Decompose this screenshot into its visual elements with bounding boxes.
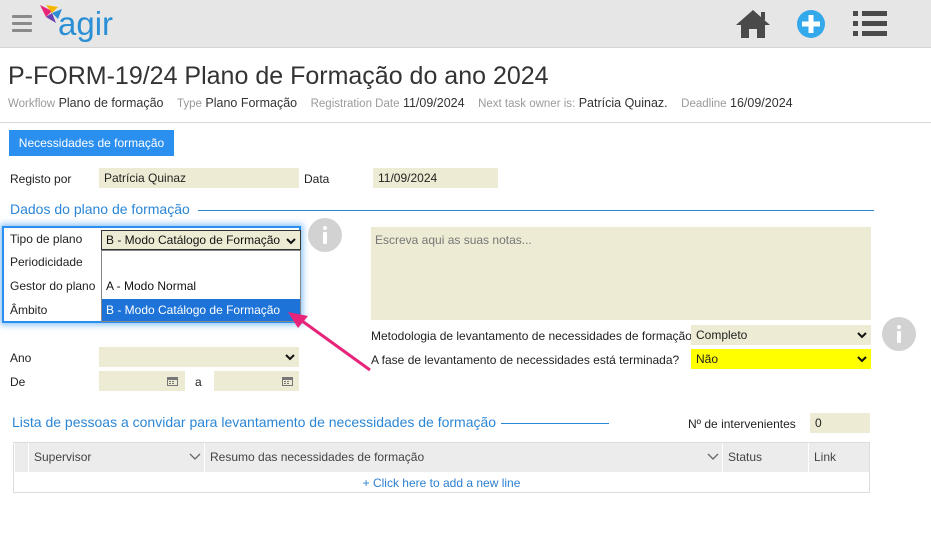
metodologia-value: Completo (696, 328, 748, 342)
meta-label-deadline: Deadline (681, 98, 727, 110)
data-field: 11/09/2024 (373, 168, 498, 188)
data-label: Data (304, 172, 330, 186)
metodologia-label: Metodologia de levantamento de necessida… (371, 329, 692, 343)
info-icon-notes[interactable] (882, 317, 916, 351)
periodicidade-label: Periodicidade (10, 255, 83, 269)
gestor-plano-label: Gestor do plano (10, 279, 96, 293)
meta-label-next-owner: Next task owner is: (478, 98, 576, 110)
fase-label: A fase de levantamento de necessidades e… (371, 353, 680, 367)
notes-textarea[interactable]: Escreva aqui as suas notas... (371, 227, 871, 320)
add-new-line-link[interactable]: + Click here to add a new line (14, 473, 869, 493)
top-bar: agir (0, 0, 931, 48)
section-divider (501, 423, 609, 424)
column-label: Supervisor (34, 450, 92, 464)
ano-label: Ano (10, 351, 32, 365)
option-empty[interactable] (102, 251, 300, 273)
info-icon[interactable] (308, 218, 342, 252)
pessoas-table: Supervisor Resumo das necessidades de fo… (13, 442, 870, 493)
meta-value-registration-date: 11/09/2024 (402, 96, 465, 110)
chevron-down-icon (857, 356, 867, 363)
a-label: a (195, 375, 202, 389)
meta-label-registration-date: Registration Date (310, 98, 400, 110)
meta-label-workflow: Workflow (8, 98, 56, 110)
header-divider (0, 122, 931, 123)
fase-value: Não (696, 352, 719, 366)
intervenientes-field: 0 (810, 413, 870, 433)
meta-value-type: Plano Formação (205, 96, 298, 110)
meta-value-next-owner: Patrícia Quinaz. (578, 96, 668, 110)
registo-por-label: Registo por (10, 172, 72, 186)
tipo-plano-dropdown-list: A - Modo Normal B - Modo Catálogo de For… (101, 250, 301, 322)
fase-select[interactable]: Não (691, 349, 871, 369)
column-header-link[interactable]: Link (808, 443, 869, 472)
meta-value-workflow: Plano de formação (58, 96, 164, 110)
de-label: De (10, 375, 26, 389)
meta-label-type: Type (176, 98, 202, 110)
list-icon[interactable] (853, 11, 887, 37)
registo-por-field: Patrícia Quinaz (99, 168, 299, 188)
chevron-down-icon (857, 332, 867, 339)
section-divider (198, 210, 874, 211)
table-header: Supervisor Resumo das necessidades de fo… (14, 443, 869, 472)
column-label: Resumo das necessidades de formação (210, 450, 425, 464)
section-dados-plano: Dados do plano de formação (10, 201, 190, 217)
calendar-icon[interactable] (282, 376, 293, 386)
a-date-input[interactable] (214, 371, 299, 391)
home-icon[interactable] (735, 9, 771, 39)
column-header-status[interactable]: Status (722, 443, 808, 472)
tab-necessidades-formacao[interactable]: Necessidades de formação (9, 130, 174, 156)
option-modo-catalogo[interactable]: B - Modo Catálogo de Formação (102, 299, 300, 321)
tipo-plano-selected-value: B - Modo Catálogo de Formação (106, 233, 281, 247)
plus-circle-icon[interactable] (796, 9, 826, 39)
page-title: P-FORM-19/24 Plano de Formação do ano 20… (8, 62, 549, 90)
chevron-down-icon (286, 238, 296, 245)
tipo-plano-highlight-box: Tipo de plano Periodicidade Gestor do pl… (2, 226, 301, 323)
ano-select[interactable] (99, 347, 299, 367)
column-header-supervisor[interactable]: Supervisor (28, 443, 204, 472)
agir-logo[interactable]: agir (38, 3, 128, 45)
ambito-label: Âmbito (10, 303, 48, 317)
chevron-down-icon (285, 354, 295, 361)
workflow-meta: Workflow Plano de formação Type Plano Fo… (8, 96, 803, 110)
calendar-icon[interactable] (167, 376, 178, 386)
option-modo-normal[interactable]: A - Modo Normal (102, 275, 300, 297)
table-header-spacer (14, 443, 28, 472)
tipo-plano-label: Tipo de plano (10, 232, 83, 246)
section-lista-pessoas: Lista de pessoas a convidar para levanta… (12, 414, 497, 430)
logo-text: agir (58, 5, 114, 42)
column-header-resumo[interactable]: Resumo das necessidades de formação (204, 443, 722, 472)
chevron-down-icon (707, 453, 719, 460)
de-date-input[interactable] (99, 371, 185, 391)
hamburger-menu-icon[interactable] (12, 15, 32, 32)
tipo-plano-select[interactable]: B - Modo Catálogo de Formação (101, 230, 301, 250)
annotation-arrow (288, 312, 371, 372)
metodologia-select[interactable]: Completo (691, 325, 871, 345)
intervenientes-label: Nº de intervenientes (688, 417, 796, 431)
meta-value-deadline: 16/09/2024 (730, 96, 793, 110)
chevron-down-icon (189, 453, 201, 460)
